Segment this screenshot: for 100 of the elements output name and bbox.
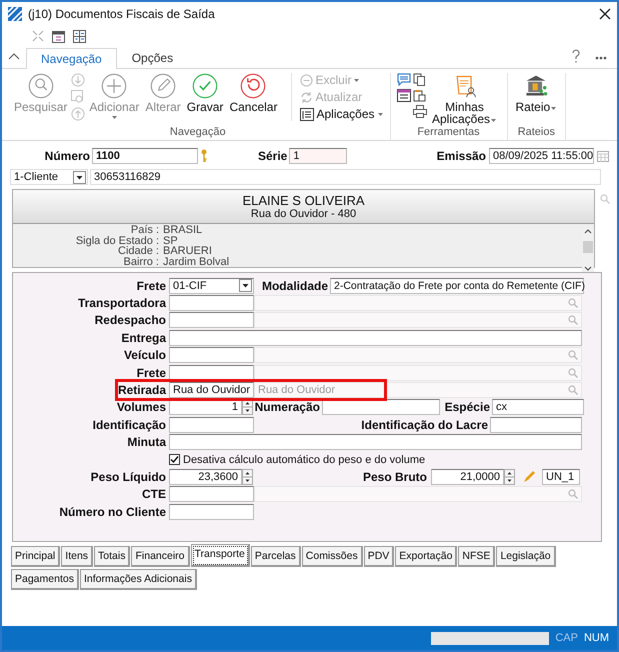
calculator-icon[interactable] — [73, 30, 86, 42]
list-window-icon — [300, 108, 314, 120]
caret-icon — [376, 112, 384, 116]
ribbon-button[interactable]: Minhas Aplicações — [428, 73, 500, 125]
form-icon[interactable] — [396, 89, 410, 102]
input-field[interactable] — [169, 312, 254, 328]
form-tab[interactable]: Totais — [94, 546, 130, 567]
minus-circle-icon — [300, 74, 314, 86]
description-field[interactable] — [254, 347, 582, 364]
input-field[interactable]: UN_1 — [542, 468, 580, 485]
calendar-icon[interactable] — [52, 30, 65, 42]
caret-icon — [550, 106, 558, 111]
ribbon-tab[interactable]: Opções — [116, 47, 188, 68]
menu-button[interactable]: Aplicações — [300, 107, 384, 121]
field-label: Modalidade — [260, 278, 328, 293]
input-field[interactable] — [169, 416, 254, 433]
ribbon-button[interactable]: Gravar — [184, 73, 226, 113]
checkbox-option[interactable]: Desativa cálculo automático do peso e do volume — [169, 454, 426, 466]
printer-icon[interactable] — [412, 105, 426, 118]
chat-icon[interactable] — [396, 73, 410, 86]
field-label: Emissão — [436, 149, 486, 163]
field-label: Minuta — [126, 435, 168, 450]
detail-value: Jardim Bolval — [163, 256, 230, 267]
form-tab[interactable]: Legislação — [496, 546, 556, 567]
description-field[interactable] — [254, 364, 582, 381]
field-label: Numeração — [254, 400, 320, 414]
description-field[interactable] — [254, 312, 582, 328]
field-label: Entrega — [120, 330, 168, 345]
input-field[interactable]: 1100 — [92, 148, 198, 164]
key-icon — [200, 149, 208, 163]
collapse-arrows-icon[interactable] — [32, 30, 44, 42]
input-field[interactable]: 30653116829 — [90, 169, 601, 185]
spinner-icon[interactable] — [504, 468, 515, 485]
input-field[interactable] — [169, 434, 582, 450]
form-tab[interactable]: Parcelas — [250, 546, 301, 567]
ribbon-button[interactable]: Cancelar — [227, 73, 280, 113]
detail-value: BARUERI — [163, 246, 213, 256]
spinner-icon[interactable] — [242, 468, 253, 485]
detail-label: Cidade : — [117, 246, 159, 256]
mode-dropdown[interactable]: 2-Contratação do Frete por conta do Remetente (CIF) — [330, 278, 584, 294]
key-indicator: NUM — [584, 632, 609, 644]
detail-label: Sigla do Estado : — [74, 236, 159, 246]
form-tab[interactable]: Financeiro — [131, 546, 190, 567]
input-field[interactable] — [169, 504, 254, 520]
input-field[interactable] — [169, 295, 254, 312]
field-label: Série — [258, 149, 288, 163]
field-label: Volumes — [116, 400, 167, 414]
form-tab[interactable]: PDV — [364, 546, 394, 567]
form-tab[interactable]: Transporte — [190, 544, 250, 567]
field-label: Identificação do Lacre — [360, 418, 488, 432]
form-tab[interactable]: Principal — [11, 546, 60, 567]
field-label: CTE — [141, 487, 167, 502]
detail-value: SP — [163, 236, 178, 246]
undo-icon — [240, 73, 266, 99]
caret-icon — [353, 78, 360, 82]
date-field[interactable]: 08/09/2025 11:55:00 — [489, 148, 594, 164]
description-field[interactable] — [254, 295, 582, 312]
input-field[interactable]: 1 — [289, 148, 348, 164]
input-field[interactable]: cx — [492, 399, 584, 416]
field-label: Identificação — [92, 418, 167, 432]
field-label: Número — [44, 149, 90, 163]
form-tab[interactable]: Informações Adicionais — [80, 569, 197, 590]
input-field[interactable] — [169, 347, 254, 364]
number-field[interactable]: 21,0000 — [431, 468, 504, 485]
input-field[interactable] — [490, 416, 582, 433]
refresh-icon — [300, 90, 314, 104]
form-tab[interactable]: NFSE — [458, 546, 496, 567]
input-field[interactable]: Rua do Ouvidor — [169, 382, 254, 398]
input-field[interactable] — [322, 399, 440, 416]
checkbox[interactable] — [169, 454, 180, 466]
help-icon[interactable] — [571, 49, 581, 63]
field-label: Retirada — [116, 383, 168, 398]
ribbon-button[interactable]: Rateio — [514, 73, 560, 113]
collapse-caret-icon[interactable] — [8, 52, 20, 62]
scrollbar-icon[interactable] — [582, 228, 594, 272]
description-field[interactable] — [254, 486, 582, 502]
input-field[interactable] — [169, 330, 582, 346]
more-icon[interactable] — [595, 56, 607, 60]
pencil-icon — [150, 73, 176, 99]
window-title: (j10) Documentos Fiscais de Saída — [28, 7, 216, 21]
form-tab[interactable]: Itens — [61, 546, 94, 567]
app-logo-icon — [8, 7, 22, 21]
copy-icon[interactable] — [412, 73, 426, 86]
freight-dropdown[interactable]: 01-CIF — [169, 278, 254, 294]
input-field[interactable] — [169, 364, 254, 381]
field-label: Frete — [136, 278, 167, 293]
search-icon — [28, 73, 54, 99]
caret-icon — [110, 115, 118, 120]
form-tab[interactable]: Comissões — [302, 546, 363, 567]
ribbon-tab[interactable]: Navegação — [26, 48, 117, 69]
field-label: Frete — [136, 366, 167, 380]
group-label: Rateios — [516, 126, 556, 140]
close-icon[interactable] — [599, 8, 611, 20]
form-tab[interactable]: Exportação — [395, 546, 458, 567]
number-field[interactable]: 23,3600 — [169, 468, 242, 485]
paste-icon[interactable] — [412, 89, 426, 102]
form-tab[interactable]: Pagamentos — [11, 569, 79, 590]
type-dropdown[interactable]: 1-Cliente — [10, 169, 88, 185]
field-label: Espécie — [444, 400, 490, 414]
input-field[interactable] — [169, 486, 254, 502]
